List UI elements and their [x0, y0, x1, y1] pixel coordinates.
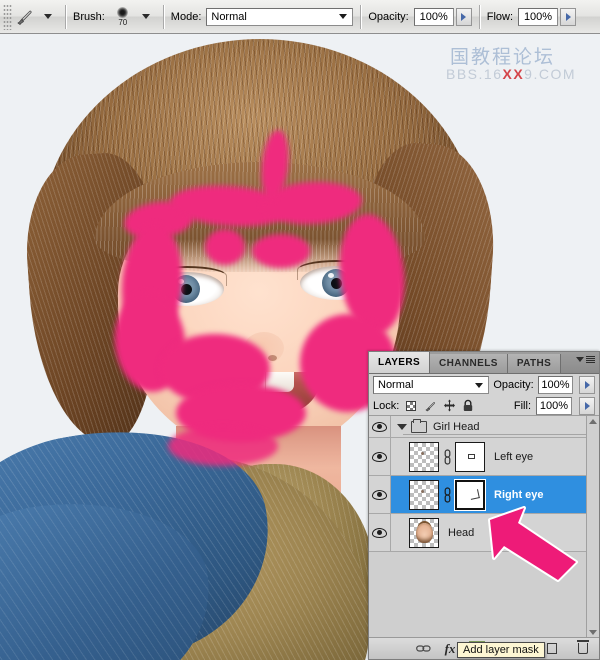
panel-menu-icon[interactable]: [576, 356, 595, 363]
mask-stroke-neck: [168, 426, 278, 466]
fill-label: Fill:: [514, 400, 531, 412]
fill-slider-button[interactable]: [579, 397, 595, 415]
scroll-down-arrow-icon[interactable]: [589, 630, 597, 635]
layer-mask-thumbnail-left-eye[interactable]: [455, 442, 485, 472]
chevron-down-icon: [339, 14, 347, 19]
eye-icon: [372, 528, 387, 538]
options-bar: Brush: 70 Mode: Normal Opacity: 100% Flo…: [0, 0, 600, 34]
link-icon: [416, 644, 431, 653]
toolbar-divider-2: [163, 5, 164, 29]
chevron-down-icon: [475, 383, 483, 388]
watermark-latin-highlight: XX: [502, 66, 524, 82]
layer-row-head[interactable]: Head: [369, 514, 599, 552]
mask-link-icon[interactable]: [441, 446, 453, 468]
mask-stroke-between-eyes: [205, 229, 245, 265]
watermark-chinese: 国教程论坛: [450, 42, 555, 69]
brush-size-value: 70: [118, 19, 127, 27]
folder-icon: [411, 421, 427, 433]
layers-panel: LAYERS CHANNELS PATHS Normal Opacity: 10…: [368, 351, 600, 660]
panel-opacity-label: Opacity:: [493, 379, 533, 391]
lock-position-icon[interactable]: [442, 399, 456, 413]
tool-preset-chevron-down-icon[interactable]: [44, 14, 52, 19]
trash-icon: [578, 643, 588, 654]
layer-name-left-eye: Left eye: [494, 451, 533, 463]
mask-stroke-brow-right: [252, 234, 310, 268]
brush-picker-chevron-down-icon[interactable]: [142, 14, 150, 19]
visibility-toggle-head[interactable]: [369, 514, 391, 551]
toolbar-divider-1: [65, 5, 66, 29]
flow-label: Flow:: [487, 11, 513, 23]
eye-icon: [372, 452, 387, 462]
new-layer-button[interactable]: [544, 641, 560, 657]
layer-list-scrollbar[interactable]: [586, 416, 599, 638]
lock-transparency-icon[interactable]: [404, 399, 418, 413]
layer-thumbnail-right-eye[interactable]: [409, 480, 439, 510]
lock-all-icon[interactable]: [461, 399, 475, 413]
scroll-up-arrow-icon[interactable]: [589, 419, 597, 424]
toolbar-divider-4: [479, 5, 480, 29]
layer-row-group-girl-head[interactable]: Girl Head: [369, 416, 599, 438]
opacity-label: Opacity:: [368, 11, 408, 23]
tab-channels[interactable]: CHANNELS: [430, 354, 508, 373]
new-layer-icon: [547, 643, 557, 654]
watermark-latin-suffix: 9.COM: [524, 66, 576, 82]
mode-label: Mode:: [171, 11, 202, 23]
panel-opacity-slider-button[interactable]: [579, 376, 595, 394]
layer-mask-thumbnail-right-eye[interactable]: [455, 480, 485, 510]
panel-tab-bar: LAYERS CHANNELS PATHS: [369, 352, 599, 374]
layer-blend-mode-value: Normal: [378, 379, 413, 391]
visibility-toggle-right-eye[interactable]: [369, 476, 391, 513]
layer-list[interactable]: Girl Head Left eye: [369, 416, 599, 638]
lock-image-pixels-icon[interactable]: [423, 399, 437, 413]
visibility-toggle-left-eye[interactable]: [369, 438, 391, 475]
tab-paths[interactable]: PATHS: [508, 354, 561, 373]
layer-thumbnail-head[interactable]: [409, 518, 439, 548]
brush-label: Brush:: [73, 11, 105, 23]
flow-input[interactable]: 100%: [518, 8, 558, 26]
fill-input[interactable]: 100%: [536, 397, 572, 415]
layer-name-head: Head: [448, 527, 474, 539]
group-expand-triangle-icon[interactable]: [397, 424, 407, 430]
group-underline: [403, 434, 595, 435]
eye-icon: [372, 490, 387, 500]
eye-icon: [372, 422, 387, 432]
fx-icon: fx: [445, 641, 456, 657]
watermark: 国教程论坛 BBS.16XX9.COM: [446, 42, 596, 90]
nostril-right: [268, 355, 277, 361]
toolbar-divider-3: [360, 5, 361, 29]
tab-layers[interactable]: LAYERS: [369, 352, 430, 373]
blend-mode-row: Normal Opacity: 100%: [369, 374, 599, 396]
brush-tool-icon[interactable]: [12, 5, 38, 29]
link-layers-button[interactable]: [415, 641, 431, 657]
layer-name-girl-head: Girl Head: [433, 421, 479, 433]
layer-name-right-eye: Right eye: [494, 489, 544, 501]
layer-row-left-eye[interactable]: Left eye: [369, 438, 599, 476]
watermark-latin-prefix: BBS.16: [446, 66, 502, 82]
mask-link-icon[interactable]: [441, 484, 453, 506]
flow-slider-button[interactable]: [560, 8, 576, 26]
delete-layer-button[interactable]: [575, 641, 591, 657]
blend-mode-value: Normal: [211, 11, 246, 23]
lock-label: Lock:: [373, 400, 399, 412]
options-bar-grip[interactable]: [3, 4, 12, 30]
visibility-toggle-girl-head[interactable]: [369, 416, 391, 437]
panel-opacity-input[interactable]: 100%: [538, 376, 574, 394]
layer-thumbnail-left-eye[interactable]: [409, 442, 439, 472]
layers-panel-bottom-bar: fx Add layer mask: [369, 637, 599, 659]
lock-row: Lock: Fill: 100%: [369, 396, 599, 416]
opacity-input[interactable]: 100%: [414, 8, 454, 26]
opacity-slider-button[interactable]: [456, 8, 472, 26]
layer-row-right-eye[interactable]: Right eye: [369, 476, 599, 514]
blend-mode-select[interactable]: Normal: [206, 8, 353, 26]
brush-preview[interactable]: 70: [110, 3, 136, 31]
tooltip-add-layer-mask: Add layer mask: [457, 642, 545, 658]
brush-tip-icon: [117, 7, 128, 18]
layer-blend-mode-select[interactable]: Normal: [373, 376, 489, 394]
watermark-latin: BBS.16XX9.COM: [446, 66, 576, 82]
